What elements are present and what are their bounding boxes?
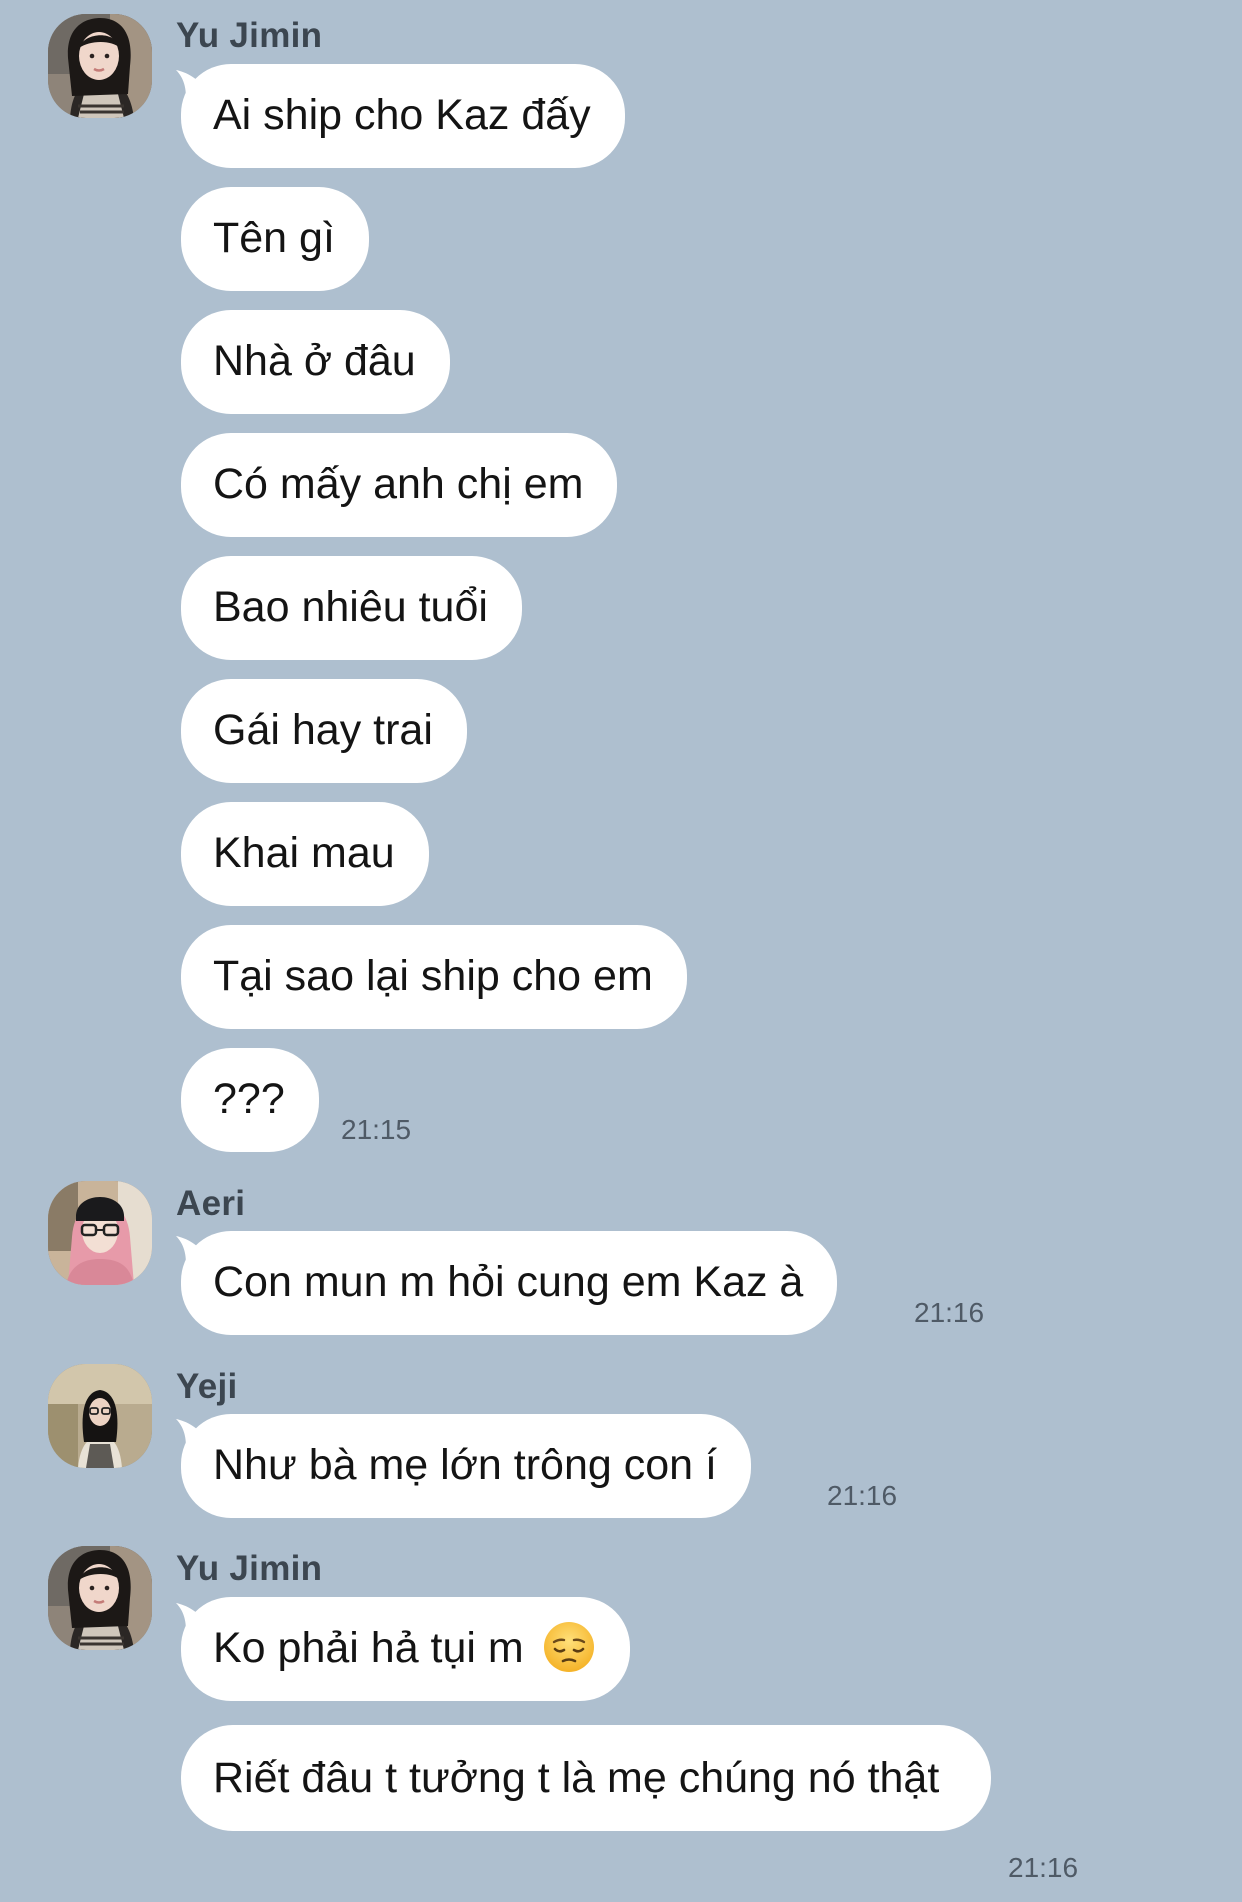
avatar-yeji[interactable] [48, 1364, 152, 1468]
message-bubble[interactable]: ??? [181, 1048, 319, 1152]
avatar-aeri[interactable] [48, 1181, 152, 1285]
message-text: Bao nhiêu tuổi [213, 583, 488, 631]
message-text: Như bà mẹ lớn trông con í [213, 1441, 717, 1489]
message-bubble[interactable]: Tên gì [181, 187, 369, 291]
sender-name: Aeri [176, 1184, 246, 1223]
message-bubble[interactable]: Riết đâu t tưởng t là mẹ chúng nó thật [181, 1725, 991, 1831]
message-text: Gái hay trai [213, 706, 433, 754]
message-timestamp: 21:16 [1008, 1852, 1079, 1883]
avatar-yu-jimin[interactable] [48, 14, 152, 118]
message-bubble[interactable]: Ai ship cho Kaz đấy [181, 64, 625, 168]
avatar-photo-icon [48, 1181, 152, 1285]
message-text: Ko phải hả tụi m [213, 1624, 524, 1672]
message-text: Riết đâu t tưởng t là mẹ chúng nó thật [213, 1754, 940, 1802]
pensive-face-emoji-icon [543, 1622, 594, 1672]
message-bubble[interactable]: Như bà mẹ lớn trông con í [181, 1414, 751, 1518]
chat-thread[interactable]: Yu Jimin Ai ship cho Kaz đấy Tên gì Nhà … [0, 0, 1242, 1902]
message-bubble[interactable]: Gái hay trai [181, 679, 467, 783]
message-text: Con mun m hỏi cung em Kaz à [213, 1258, 804, 1306]
message-timestamp: 21:16 [914, 1297, 985, 1328]
avatar-photo-icon [48, 1364, 152, 1468]
message-bubble[interactable]: Tại sao lại ship cho em [181, 925, 687, 1029]
sender-name: Yu Jimin [176, 1549, 323, 1588]
avatar-yu-jimin[interactable] [48, 1546, 152, 1650]
message-text: Nhà ở đâu [213, 337, 416, 385]
message-bubble[interactable]: Có mấy anh chị em [181, 433, 618, 537]
message-text: Có mấy anh chị em [213, 460, 584, 508]
message-timestamp: 21:16 [827, 1480, 898, 1511]
message-timestamp: 21:15 [341, 1114, 412, 1145]
avatar-photo-icon [48, 14, 152, 118]
message-bubble[interactable]: Ko phải hả tụi m [181, 1597, 630, 1701]
avatar-photo-icon [48, 1546, 152, 1650]
message-bubble[interactable]: Bao nhiêu tuổi [181, 556, 522, 660]
message-text: Khai mau [213, 829, 395, 877]
message-text: Tên gì [213, 214, 335, 262]
message-text: Ai ship cho Kaz đấy [213, 91, 591, 139]
sender-name: Yeji [176, 1367, 238, 1406]
message-text: Tại sao lại ship cho em [213, 952, 653, 1000]
sender-name: Yu Jimin [176, 16, 323, 55]
message-bubble[interactable]: Nhà ở đâu [181, 310, 450, 414]
message-bubble[interactable]: Khai mau [181, 802, 429, 906]
message-bubble[interactable]: Con mun m hỏi cung em Kaz à [181, 1231, 838, 1335]
message-text: ??? [213, 1075, 285, 1123]
